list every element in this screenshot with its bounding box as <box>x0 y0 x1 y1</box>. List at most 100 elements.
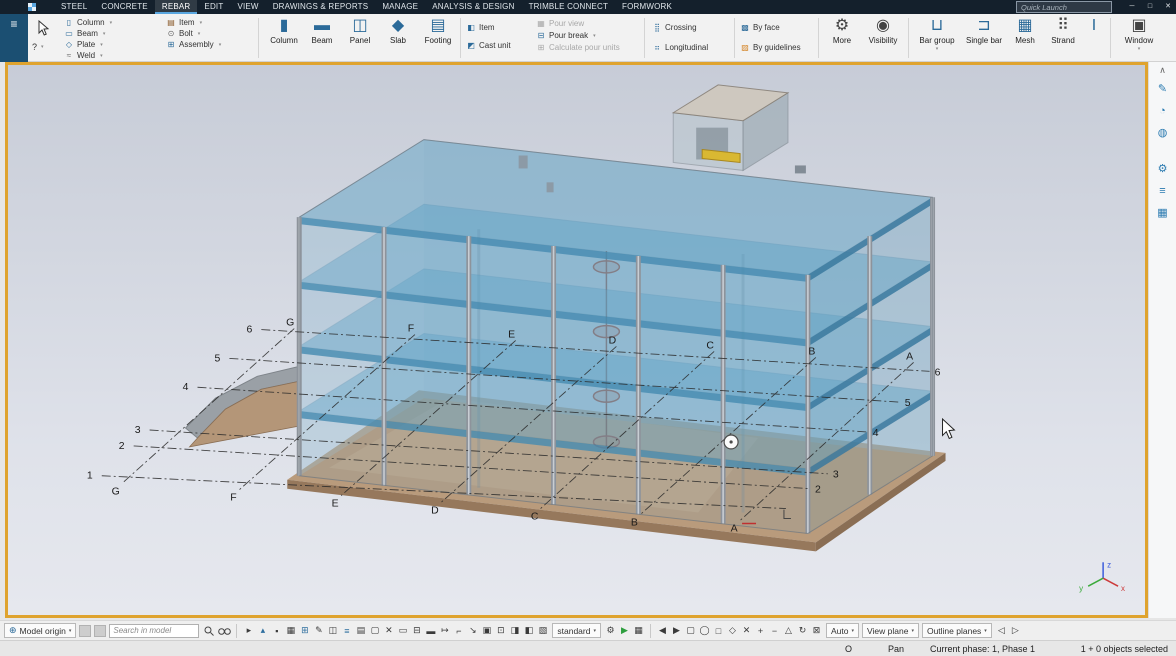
view-plane-dropdown[interactable]: View plane ▾ <box>862 623 919 638</box>
bar-shape-button[interactable]: I <box>1086 16 1102 60</box>
window-button[interactable]: ▣ Window ▾ <box>1116 16 1162 60</box>
tool-icon-button[interactable]: ▪ <box>270 623 283 638</box>
menu-tab[interactable]: STEEL <box>54 0 94 14</box>
cast-unit-button[interactable]: ◩ Cast unit <box>466 40 510 51</box>
tool-icon-button[interactable]: ▭ <box>396 623 409 638</box>
outline-planes-dropdown[interactable]: Outline planes ▾ <box>921 623 992 638</box>
pan-indicator[interactable]: Pan <box>888 644 904 654</box>
tool-icon-button[interactable]: + <box>754 623 767 638</box>
model-origin-dropdown[interactable]: ⊕ Model origin ▾ <box>4 623 77 638</box>
tool-icon-button[interactable]: ◇ <box>726 623 739 638</box>
apps-grid-icon[interactable]: ▦ <box>1154 205 1172 221</box>
pointer-tool-button[interactable] <box>32 17 54 39</box>
calculate-pour-units-button[interactable]: ⊞ Calculate pour units <box>536 42 620 53</box>
tool-icon-button[interactable]: ◯ <box>698 623 711 638</box>
tool-icon-button[interactable]: ⌐ <box>452 623 465 638</box>
building-model[interactable] <box>296 84 936 534</box>
more-button[interactable]: ⚙ More <box>824 16 860 60</box>
tool-icon-button[interactable]: ◧ <box>522 623 535 638</box>
search-icon[interactable] <box>202 623 215 638</box>
ortho-indicator[interactable]: O <box>845 644 852 654</box>
menu-tab[interactable]: VIEW <box>230 0 265 14</box>
bar-group-button[interactable]: ⊔ Bar group ▾ <box>914 16 960 60</box>
tool-icon-button[interactable]: ✕ <box>740 623 753 638</box>
tool-icon-button[interactable]: ▢ <box>684 623 697 638</box>
tool-icon-button[interactable]: ↘ <box>466 623 479 638</box>
slab-button[interactable]: ◆ Slab <box>380 16 416 60</box>
beam-button[interactable]: ▬ Beam <box>304 16 340 60</box>
minimize-button[interactable]: ─ <box>1124 0 1140 14</box>
crossing-button[interactable]: ⣿ Crossing <box>652 22 697 33</box>
menu-tab[interactable]: REBAR <box>154 0 198 14</box>
visibility-button[interactable]: ◉ Visibility <box>862 16 904 60</box>
toggle-bolt[interactable]: ⊙ Bolt ▾ <box>166 28 201 39</box>
by-face-button[interactable]: ▩ By face <box>740 22 779 33</box>
toggle-beam[interactable]: ▭ Beam ▾ <box>64 28 105 39</box>
longitudinal-button[interactable]: ⠶ Longitudinal <box>652 42 708 53</box>
tool-icon-button[interactable]: ✕ <box>382 623 395 638</box>
list-icon[interactable]: ≡ <box>1154 183 1172 199</box>
globe-icon[interactable]: ◍ <box>1154 125 1172 141</box>
tool-icon-button[interactable]: ⊟ <box>410 623 423 638</box>
maximize-button[interactable]: □ <box>1142 0 1158 14</box>
binoculars-icon[interactable] <box>218 623 232 638</box>
pen-icon[interactable]: ✎ <box>1154 81 1172 97</box>
strand-button[interactable]: ⠿ Strand <box>1044 16 1082 60</box>
auto-dropdown[interactable]: Auto ▾ <box>825 623 859 638</box>
menu-tab[interactable]: EDIT <box>197 0 230 14</box>
tool-icon-button[interactable]: ⊡ <box>494 623 507 638</box>
tool-icon-button[interactable]: ≡ <box>340 623 353 638</box>
model-viewport[interactable]: G F E D C B A G F E D C B A 6 5 4 3 2 1 … <box>5 62 1148 618</box>
menu-tab[interactable]: DRAWINGS & REPORTS <box>266 0 376 14</box>
pour-view-button[interactable]: ▦ Pour view <box>536 18 584 29</box>
tool-icon-button[interactable]: ▴ <box>256 623 269 638</box>
preset-button[interactable] <box>94 624 107 637</box>
single-bar-button[interactable]: ⊐ Single bar <box>962 16 1006 60</box>
tool-icon-button[interactable]: ◫ <box>326 623 339 638</box>
tool-icon-button[interactable]: ▶ <box>618 623 631 638</box>
item-button[interactable]: ◧ Item <box>466 22 494 33</box>
penthouse[interactable] <box>671 84 790 172</box>
tool-icon-button[interactable]: ↻ <box>796 623 809 638</box>
tool-icon-button[interactable]: △ <box>782 623 795 638</box>
mesh-button[interactable]: ▦ Mesh <box>1008 16 1042 60</box>
toggle-item[interactable]: ▤ Item ▾ <box>166 17 202 28</box>
tool-icon-button[interactable]: □ <box>712 623 725 638</box>
tool-icon-button[interactable]: − <box>768 623 781 638</box>
tool-icon-button[interactable]: ◀ <box>656 623 669 638</box>
menu-tab[interactable]: FORMWORK <box>615 0 679 14</box>
by-guidelines-button[interactable]: ▨ By guidelines <box>740 42 800 53</box>
toggle-column[interactable]: ▯ Column ▾ <box>64 17 112 28</box>
tool-icon-button[interactable]: ⊞ <box>298 623 311 638</box>
gear-icon[interactable]: ⚙ <box>1154 161 1172 177</box>
tool-icon-button[interactable]: ▦ <box>284 623 297 638</box>
tool-icon-button[interactable]: ◨ <box>508 623 521 638</box>
tekla-logo-icon[interactable] <box>28 3 36 11</box>
column-button[interactable]: ▮ Column <box>266 16 302 60</box>
tool-icon-button[interactable]: ▬ <box>424 623 437 638</box>
compass-icon[interactable]: ◔ <box>1154 103 1172 119</box>
tool-icon-button[interactable]: ▶ <box>670 623 683 638</box>
tool-icon-button[interactable]: ▧ <box>536 623 549 638</box>
app-menu-button[interactable]: ≡ <box>0 14 28 62</box>
quick-launch-input[interactable] <box>1016 1 1112 13</box>
preset-button[interactable] <box>79 624 92 637</box>
menu-tab[interactable]: MANAGE <box>375 0 425 14</box>
footing-button[interactable]: ▤ Footing <box>418 16 458 60</box>
toggle-weld[interactable]: ≈ Weld ▾ <box>64 50 103 61</box>
pour-break-button[interactable]: ⊟ Pour break ▾ <box>536 30 596 41</box>
toggle-assembly[interactable]: ⊞ Assembly ▾ <box>166 39 222 50</box>
tool-icon-button[interactable]: ⊠ <box>810 623 823 638</box>
toggle-plate[interactable]: ◇ Plate ▾ <box>64 39 103 50</box>
help-button[interactable]: ? ▾ <box>32 42 44 52</box>
menu-tab[interactable]: ANALYSIS & DESIGN <box>425 0 521 14</box>
tool-icon-button[interactable]: ▦ <box>632 623 645 638</box>
tool-icon-button[interactable]: ⚙ <box>604 623 617 638</box>
nav-arrow-button[interactable]: ▷ <box>1009 623 1022 638</box>
tool-icon-button[interactable]: ▤ <box>354 623 367 638</box>
model-3d[interactable]: G F E D C B A G F E D C B A 6 5 4 3 2 1 … <box>8 65 1145 615</box>
nav-arrow-button[interactable]: ◁ <box>995 623 1008 638</box>
scroll-up-icon[interactable]: ∧ <box>1154 65 1172 75</box>
tool-icon-button[interactable]: ▸ <box>242 623 255 638</box>
close-button[interactable]: ✕ <box>1160 0 1176 14</box>
